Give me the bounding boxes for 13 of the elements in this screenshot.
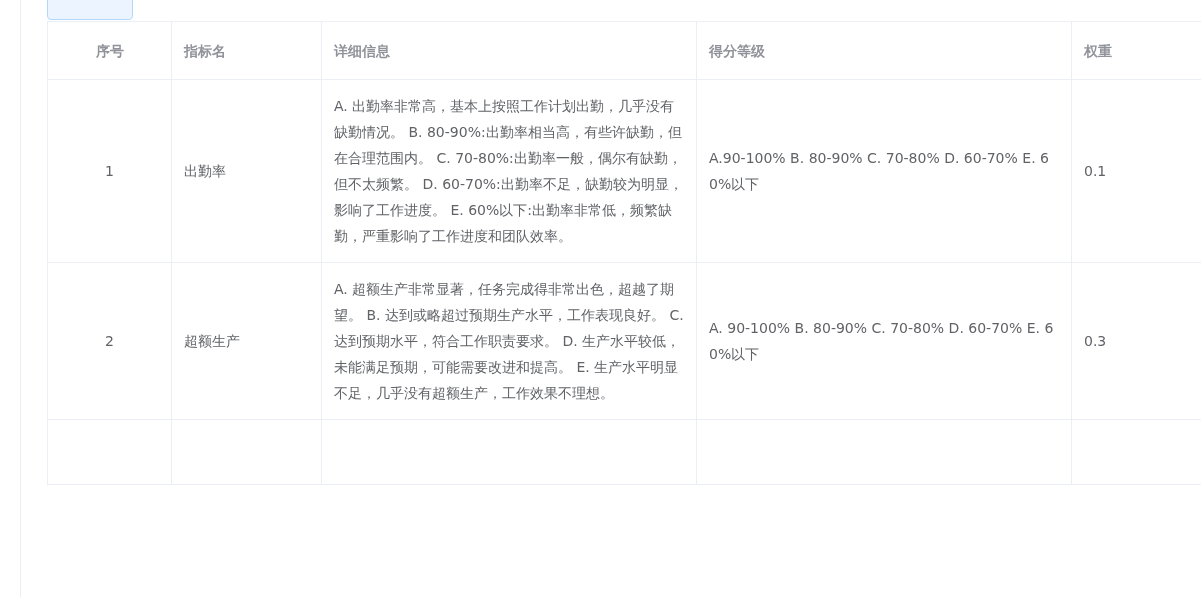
column-header: 权重 <box>1071 21 1201 80</box>
column-header: 指标名 <box>171 21 322 80</box>
table-cell: A. 出勤率非常高，基本上按照工作计划出勤，几乎没有缺勤情况。 B. 80-90%:出勤率相当高，有些许缺勤，但在合理范围内。 C. 70-80%:出勤率一般，偶尔有缺勤，但不太频繁。 D. 60-70%:出勤率不足，缺勤较为明显，影响了工作进度。 E. 60%以下:出勤率非常低，频繁缺勤，严重影响了工作进度和团队效率。 <box>321 79 697 263</box>
column-header: 详细信息 <box>321 21 697 80</box>
column-header: 序号 <box>47 21 172 80</box>
table-cell: 2 <box>47 262 172 420</box>
table-cell: 1 <box>47 79 172 263</box>
table-cell: 超额生产 <box>171 262 322 420</box>
table-cell: A.90-100% B. 80-90% C. 70-80% D. 60-70% E. 60%以下 <box>696 79 1072 263</box>
table-cell: A. 超额生产非常显著，任务完成得非常出色，超越了期望。 B. 达到或略超过预期生产水平，工作表现良好。 C. 达到预期水平，符合工作职责要求。 D. 生产水平较低，未能满足预期，可能需要改进和提高。 E. 生产水平明显不足，几乎没有超额生产，工作效果不理想。 <box>321 262 697 420</box>
table-cell: A. 90-100% B. 80-90% C. 70-80% D. 60-70% E. 60%以下 <box>696 262 1072 420</box>
column-header: 得分等级 <box>696 21 1072 80</box>
table-cell: 出勤率 <box>171 79 322 263</box>
